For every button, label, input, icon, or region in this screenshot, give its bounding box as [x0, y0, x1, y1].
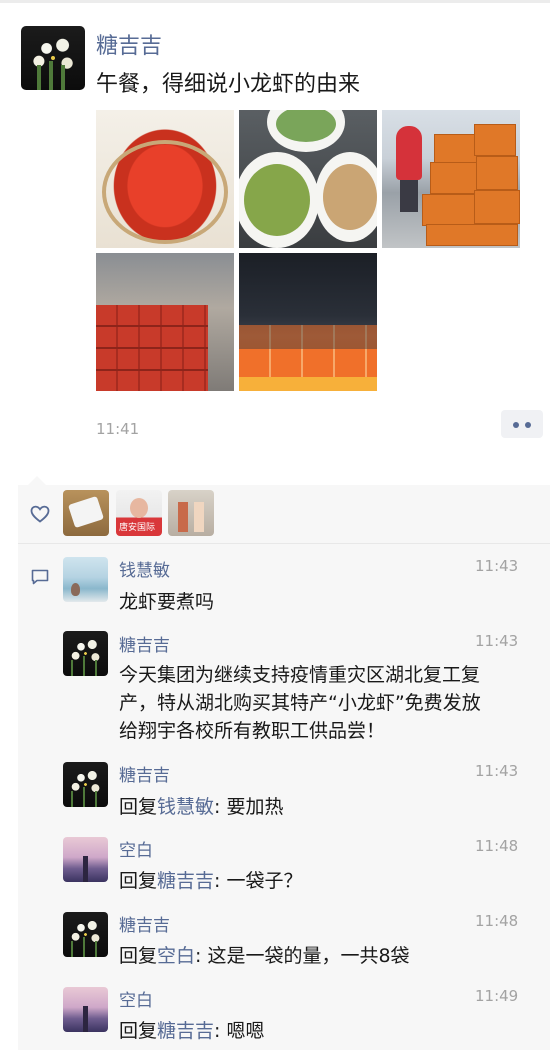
comment-author-name[interactable]: 糖吉吉: [119, 761, 170, 786]
comment-reply[interactable]: 回复糖吉吉: 一袋子？: [119, 866, 302, 893]
top-divider: [0, 0, 550, 3]
comment-reply[interactable]: 回复钱慧敏: 要加热: [119, 792, 283, 819]
comment-time: 11:48: [475, 837, 519, 855]
comment-time: 11:49: [475, 987, 519, 1005]
photo-boxes-in-hall[interactable]: [96, 253, 234, 391]
comment-text[interactable]: 龙虾要煮吗: [119, 587, 214, 614]
comment-reply[interactable]: 回复空白: 这是一袋的量，一共8袋: [119, 941, 410, 968]
comment-avatar[interactable]: [63, 987, 108, 1032]
author-avatar[interactable]: [21, 26, 85, 90]
comment-author-name[interactable]: 空白: [119, 836, 153, 861]
post-text: 午餐，得细说小龙虾的由来: [96, 72, 361, 97]
reply-prefix: 回复: [119, 796, 158, 818]
reply-text: : 要加热: [214, 796, 284, 818]
comment-author-name[interactable]: 糖吉吉: [119, 631, 170, 656]
comment-avatar[interactable]: [63, 631, 108, 676]
like-avatar-2[interactable]: 唐安国际: [116, 490, 162, 536]
photo-vegetable-dishes[interactable]: [239, 110, 377, 248]
reply-text: : 嗯嗯: [214, 1020, 265, 1042]
reply-text: : 一袋子？: [214, 870, 303, 892]
comment-avatar[interactable]: [63, 557, 108, 602]
comment-time: 11:48: [475, 912, 519, 930]
more-icon[interactable]: [501, 410, 543, 438]
reply-target-name[interactable]: 糖吉吉: [157, 870, 214, 892]
comment-avatar[interactable]: [63, 912, 108, 957]
reply-target-name[interactable]: 空白: [157, 945, 195, 967]
photo-cart-with-boxes[interactable]: [382, 110, 520, 248]
comment-avatar[interactable]: [63, 837, 108, 882]
comment-author-name[interactable]: 糖吉吉: [119, 911, 170, 936]
like-avatar-caption: 唐安国际: [119, 523, 156, 533]
comment-author-name[interactable]: 钱慧敏: [119, 556, 170, 581]
reply-text: : 这是一袋的量，一共8袋: [195, 945, 410, 967]
comment-avatar[interactable]: [63, 762, 108, 807]
comment-icon: [31, 569, 49, 585]
post-author-name[interactable]: 糖吉吉: [96, 28, 162, 60]
photo-crayfish[interactable]: [96, 110, 234, 248]
reply-prefix: 回复: [119, 1020, 158, 1042]
comment-text-line-1[interactable]: 今天集团为继续支持疫情重灾区湖北复工复: [119, 660, 480, 687]
comment-author-name[interactable]: 空白: [119, 986, 153, 1011]
like-avatar-1[interactable]: [63, 490, 109, 536]
comment-time: 11:43: [475, 557, 519, 575]
reply-prefix: 回复: [119, 945, 158, 967]
comment-text-line-2[interactable]: 产，特从湖北购买其特产“小龙虾”免费发放: [119, 688, 481, 715]
reply-prefix: 回复: [119, 870, 158, 892]
like-avatar-3[interactable]: [168, 490, 214, 536]
comment-time: 11:43: [475, 632, 519, 650]
reply-target-name[interactable]: 糖吉吉: [157, 1020, 214, 1042]
likes-comments-divider: [18, 543, 550, 544]
post-time: 11:41: [96, 420, 140, 438]
reply-target-name[interactable]: 钱慧敏: [157, 796, 214, 818]
comment-reply[interactable]: 回复糖吉吉: 嗯嗯: [119, 1016, 264, 1043]
panel-caret: [28, 476, 46, 485]
comment-text-line-3[interactable]: 给翔宇各校所有教职工供品尝！: [119, 716, 385, 743]
photo-boxes-in-dark-room[interactable]: [239, 253, 377, 391]
comment-time: 11:43: [475, 762, 519, 780]
heart-icon: [30, 505, 50, 523]
